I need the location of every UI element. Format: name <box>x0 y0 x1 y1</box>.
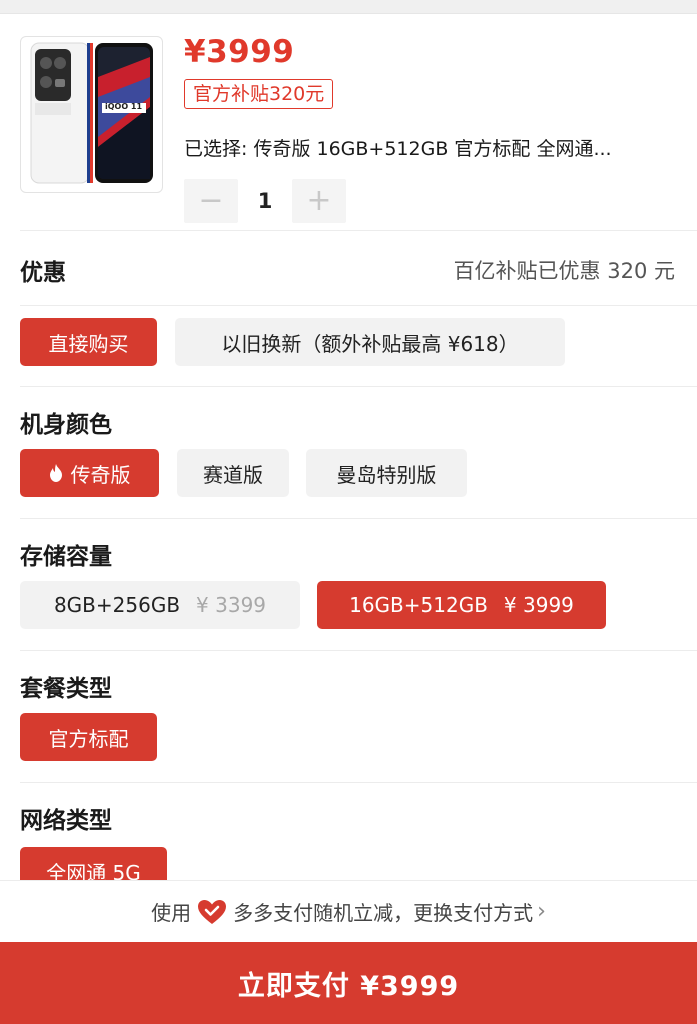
discount-label: 优惠 <box>20 260 66 286</box>
pay-tip-prefix: 使用 <box>151 901 192 925</box>
phone-badge-text: iQOO 11 <box>105 102 143 111</box>
product-image: iQOO 11 <box>20 36 163 193</box>
storage-title: 存储容量 <box>20 544 112 570</box>
color-title: 机身颜色 <box>20 412 112 438</box>
pay-tip-text: 多多支付随机立减，更换支付方式 <box>233 901 534 925</box>
quantity-value[interactable]: 1 <box>238 189 292 213</box>
selected-spec-text: 已选择: 传奇版 16GB+512GB 官方标配 全网通... <box>184 138 612 160</box>
storage-option-16-512[interactable]: 16GB+512GB ¥ 3999 <box>317 581 606 629</box>
network-title: 网络类型 <box>20 808 112 834</box>
purchase-direct-chip[interactable]: 直接购买 <box>20 318 157 366</box>
storage-option-label: 16GB+512GB <box>349 593 488 617</box>
decrease-button[interactable]: − <box>184 179 238 223</box>
payment-tip-bar[interactable]: 使用 多多支付随机立减，更换支付方式 › <box>0 880 697 942</box>
quantity-stepper: − 1 + <box>184 179 346 223</box>
chevron-right-icon: › <box>537 899 546 924</box>
storage-option-price: ¥ 3399 <box>196 593 267 617</box>
storage-option-price: ¥ 3999 <box>503 593 574 617</box>
subsidy-tag: 官方补贴320元 <box>184 79 334 109</box>
top-edge <box>0 0 697 14</box>
package-section: 套餐类型 官方标配 <box>0 651 697 782</box>
storage-section: 存储容量 8GB+256GB ¥ 3399 16GB+512GB ¥ 3999 <box>0 519 697 650</box>
color-option-isle-of-man[interactable]: 曼岛特别版 <box>306 449 467 497</box>
product-price: ¥3999 <box>184 34 295 70</box>
product-header: iQOO 11 ¥3999 官方补贴320元 已选择: 传奇版 16GB+512… <box>0 14 697 230</box>
color-section: 机身颜色 传奇版 赛道版 曼岛特别版 <box>0 387 697 518</box>
storage-option-label: 8GB+256GB <box>53 593 181 617</box>
package-title: 套餐类型 <box>20 676 112 702</box>
package-option-standard[interactable]: 官方标配 <box>20 713 157 761</box>
duoduo-pay-heart-icon <box>198 899 227 924</box>
increase-button[interactable]: + <box>292 179 346 223</box>
purchase-mode-section: 直接购买 以旧换新（额外补贴最高 ¥618） <box>0 306 697 386</box>
storage-option-8-256[interactable]: 8GB+256GB ¥ 3399 <box>20 581 300 629</box>
color-option-label: 传奇版 <box>70 462 131 487</box>
sku-selector-page: iQOO 11 ¥3999 官方补贴320元 已选择: 传奇版 16GB+512… <box>0 0 697 1024</box>
discount-row: 优惠 百亿补贴已优惠 320 元 <box>0 231 697 305</box>
phone-illustration <box>30 42 153 184</box>
color-option-track[interactable]: 赛道版 <box>177 449 289 497</box>
color-option-legend[interactable]: 传奇版 <box>20 449 159 497</box>
flame-icon <box>49 464 62 482</box>
discount-value: 百亿补贴已优惠 320 元 <box>453 259 675 283</box>
pay-now-button[interactable]: 立即支付 ¥3999 <box>0 942 697 1024</box>
trade-in-chip[interactable]: 以旧换新（额外补贴最高 ¥618） <box>175 318 565 366</box>
